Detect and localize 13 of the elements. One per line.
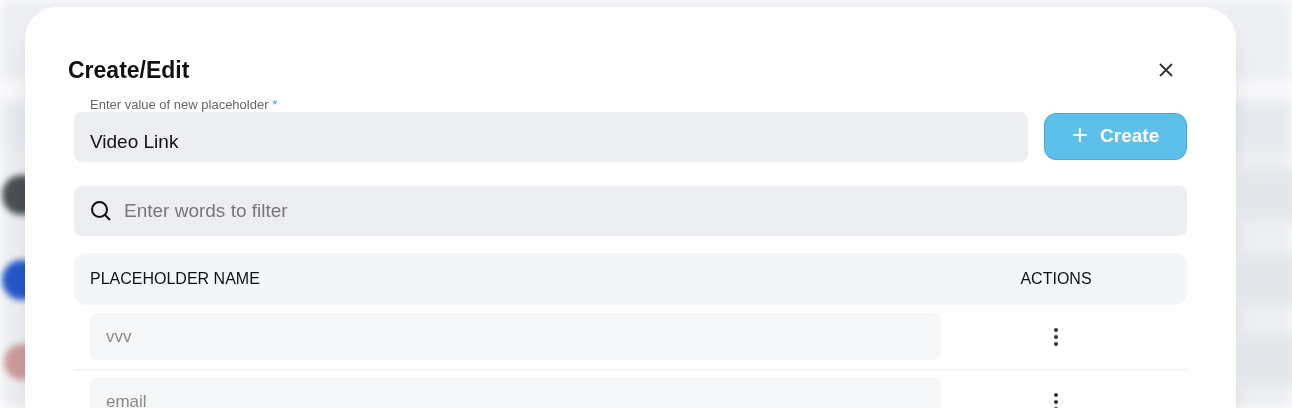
- column-header: ACTIONS: [1019, 268, 1093, 289]
- filter-field[interactable]: Enter words to filter: [74, 185, 1187, 236]
- search-icon: [90, 199, 112, 222]
- close-icon: [1159, 63, 1173, 78]
- create-button[interactable]: + Create: [1044, 112, 1187, 160]
- placeholder-name-field[interactable]: email: [90, 378, 941, 408]
- field-label: Enter value of new placeholder *: [90, 97, 278, 111]
- placeholder-name-field[interactable]: vvv: [90, 313, 941, 360]
- dialog-title: Create/Edit: [68, 56, 190, 85]
- column-header: PLACEHOLDER NAME: [90, 268, 261, 289]
- placeholder-value-field[interactable]: Video Link: [74, 111, 1028, 162]
- more-options-icon[interactable]: [1054, 392, 1058, 408]
- more-options-icon[interactable]: [1054, 327, 1058, 346]
